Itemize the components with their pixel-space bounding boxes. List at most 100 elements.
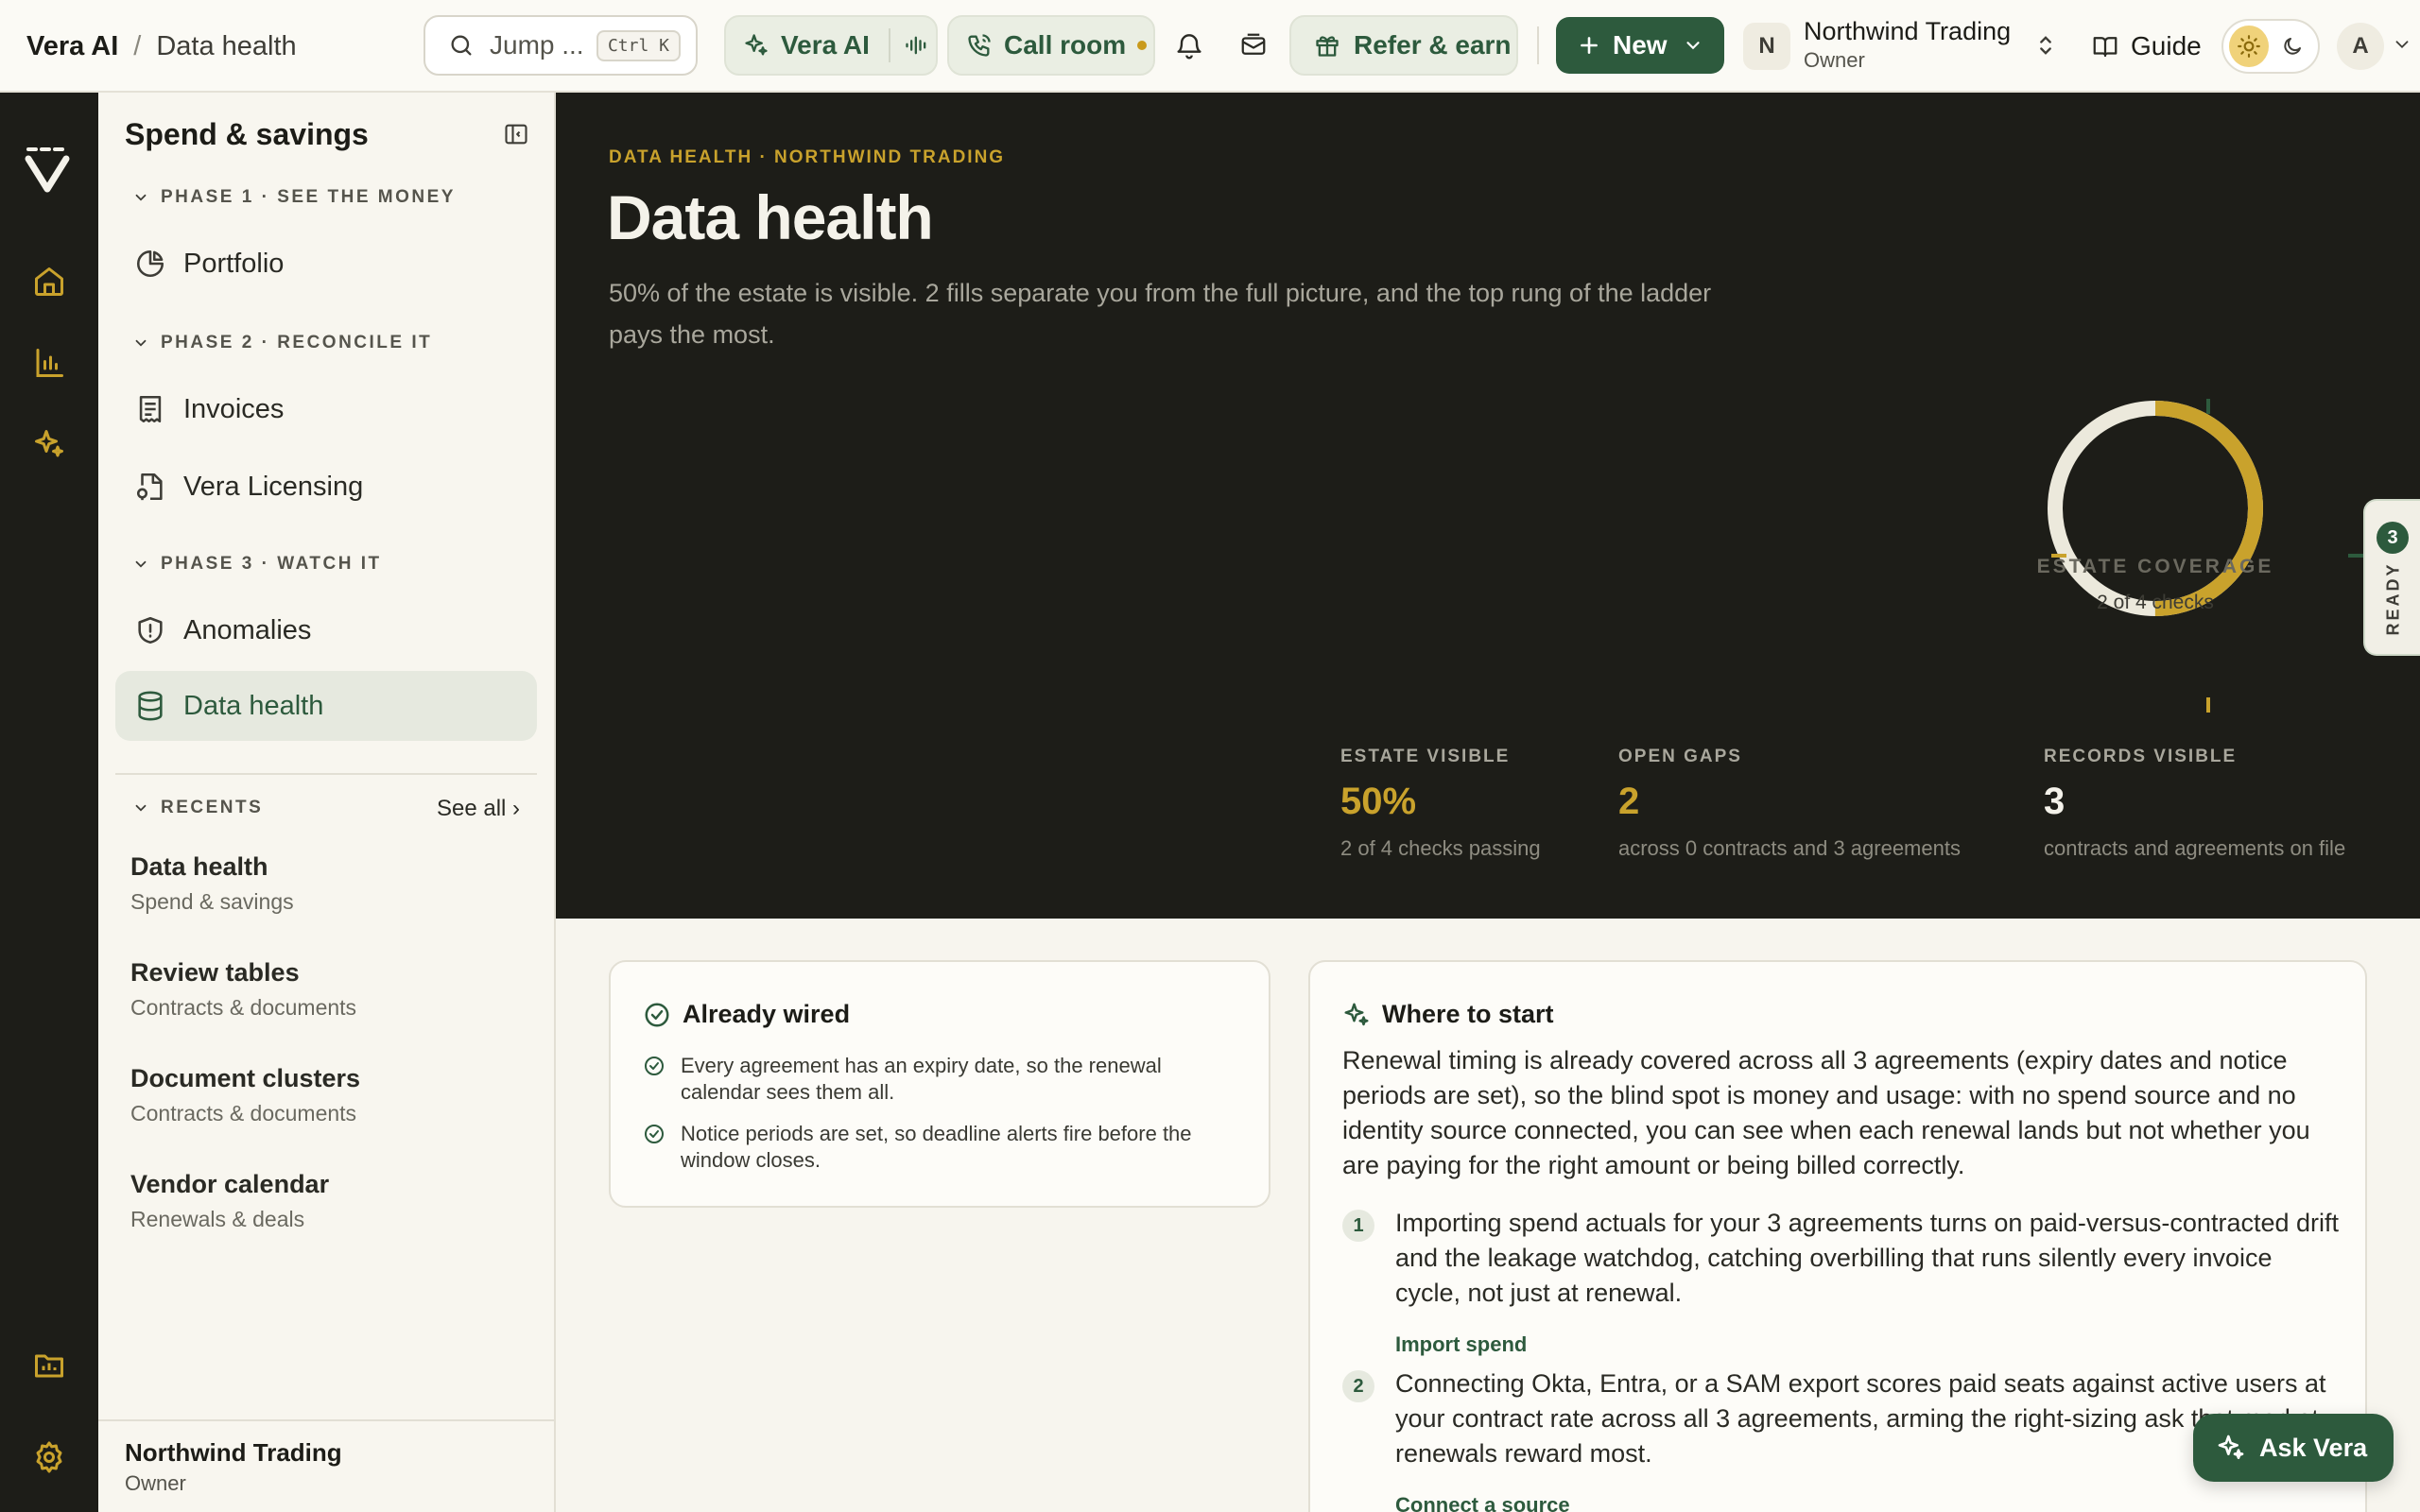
stat-desc: 2 of 4 checks passing: [1340, 836, 1541, 860]
already-wired-card: Already wired Every agreement has an exp…: [609, 960, 1270, 1208]
sidebar-item-data-health[interactable]: Data health: [115, 671, 537, 741]
phase-3-header[interactable]: PHASE 3 · WATCH IT: [132, 554, 382, 575]
step-number: 1: [1342, 1210, 1374, 1242]
chevron-down-icon: [1683, 35, 1703, 56]
recent-subtitle: Spend & savings: [130, 889, 294, 914]
coverage-gauge: [2048, 401, 2263, 616]
sparkle-icon: [743, 32, 769, 59]
sidebar-item-label: Vera Licensing: [183, 471, 364, 502]
recent-item[interactable]: Review tables Contracts & documents: [130, 958, 356, 1021]
new-button[interactable]: New: [1556, 17, 1724, 74]
ask-vera-button[interactable]: Ask Vera: [2193, 1414, 2394, 1482]
home-icon[interactable]: [26, 259, 72, 304]
sparkle-icon[interactable]: [26, 421, 72, 467]
chevron-up-down-icon[interactable]: [2032, 32, 2059, 59]
check-circle-icon: [643, 1123, 666, 1145]
vera-logo-icon[interactable]: [23, 147, 76, 193]
see-all-link[interactable]: See all ›: [437, 796, 520, 822]
phase-2-header[interactable]: PHASE 2 · RECONCILE IT: [132, 333, 432, 353]
sidebar-item-portfolio[interactable]: Portfolio: [115, 229, 537, 299]
bar-chart-icon[interactable]: [26, 340, 72, 386]
recent-subtitle: Renewals & deals: [130, 1207, 305, 1231]
phase-1-header[interactable]: PHASE 1 · SEE THE MONEY: [132, 187, 456, 208]
card-title: Already wired: [683, 1000, 851, 1028]
card-header: Where to start: [1342, 1000, 1554, 1029]
org-badge[interactable]: N: [1743, 23, 1790, 70]
voice-waveform-icon[interactable]: [904, 32, 930, 59]
recent-item[interactable]: Vendor calendar Renewals & deals: [130, 1170, 329, 1232]
sidebar-item-label: Invoices: [183, 393, 285, 424]
sidebar-footer-divider: [98, 1419, 556, 1421]
collapse-sidebar-icon[interactable]: [503, 121, 529, 147]
sidebar-item-vera-licensing[interactable]: Vera Licensing: [115, 452, 537, 522]
wired-item: Notice periods are set, so deadline aler…: [643, 1121, 1238, 1174]
sidebar-item-invoices[interactable]: Invoices: [115, 374, 537, 444]
recents-header[interactable]: RECENTS: [132, 798, 263, 818]
guide-button[interactable]: Guide: [2091, 23, 2202, 70]
breadcrumb-root[interactable]: Vera AI: [26, 31, 118, 62]
breadcrumb-current: Data health: [156, 30, 297, 61]
call-room-label: Call room: [1004, 30, 1127, 60]
chevron-down-icon: [132, 799, 149, 816]
recents-label: RECENTS: [161, 798, 264, 817]
ready-drawer-tab[interactable]: 3 READY: [2363, 499, 2420, 656]
step-text: Importing spend actuals for your 3 agree…: [1395, 1209, 2339, 1307]
check-circle-icon: [643, 1055, 666, 1077]
stat-estate-visible: ESTATE VISIBLE 50% 2 of 4 checks passing: [1340, 747, 1541, 861]
sidebar-item-label: Portfolio: [183, 248, 285, 279]
hero-panel: DATA HEALTH · NORTHWIND TRADING Data hea…: [556, 93, 2420, 919]
sidebar-item-label: Data health: [183, 690, 324, 721]
stat-records-visible: RECORDS VISIBLE 3 contracts and agreemen…: [2044, 747, 2345, 861]
chevron-down-icon: [132, 189, 149, 206]
gauge-sub: 2 of 4 checks: [2097, 592, 2214, 613]
recent-title: Vendor calendar: [130, 1170, 330, 1198]
top-bar: Vera AI / Data health Jump ... Ctrl K Ve…: [0, 0, 2420, 93]
call-room-button[interactable]: Call room: [947, 15, 1155, 76]
folder-chart-icon[interactable]: [26, 1342, 72, 1387]
stat-open-gaps: OPEN GAPS 2 across 0 contracts and 3 agr…: [1618, 747, 1961, 861]
user-avatar[interactable]: A: [2337, 23, 2384, 70]
sparkle-icon: [1342, 1001, 1371, 1029]
recent-title: Document clusters: [130, 1064, 361, 1092]
recent-item[interactable]: Data health Spend & savings: [130, 852, 294, 915]
connect-source-link[interactable]: Connect a source: [1395, 1493, 1570, 1512]
gear-icon[interactable]: [26, 1435, 72, 1480]
recent-item[interactable]: Document clusters Contracts & documents: [130, 1064, 360, 1126]
notifications-button[interactable]: [1167, 23, 1212, 68]
sidebar-title: Spend & savings: [125, 117, 369, 151]
stat-key: OPEN GAPS: [1618, 747, 1742, 766]
breadcrumb: Vera AI / Data health: [26, 0, 297, 93]
chevron-down-icon[interactable]: [2392, 34, 2412, 55]
recent-title: Review tables: [130, 958, 300, 987]
stat-key: ESTATE VISIBLE: [1340, 747, 1511, 766]
jump-search[interactable]: Jump ... Ctrl K: [424, 15, 698, 76]
theme-toggle[interactable]: [2221, 19, 2320, 74]
sidebar-item-anomalies[interactable]: Anomalies: [115, 595, 537, 665]
sidebar: Spend & savings PHASE 1 · SEE THE MONEY …: [98, 93, 556, 1512]
wired-item-text: Notice periods are set, so deadline aler…: [681, 1122, 1192, 1172]
recent-title: Data health: [130, 852, 268, 881]
call-status-dot: [1137, 41, 1148, 50]
import-spend-link[interactable]: Import spend: [1395, 1332, 1527, 1357]
sidebar-item-label: Anomalies: [183, 614, 312, 645]
org-switcher[interactable]: Northwind Trading Owner: [1804, 17, 2011, 73]
guide-label: Guide: [2131, 31, 2202, 60]
wired-item: Every agreement has an expiry date, so t…: [643, 1053, 1238, 1106]
phase-label: PHASE 3 · WATCH IT: [161, 554, 382, 574]
sidebar-divider: [115, 773, 537, 775]
vera-ai-button[interactable]: Vera AI: [724, 15, 938, 76]
where-to-start-intro: Renewal timing is already covered across…: [1342, 1046, 2310, 1179]
ready-label: READY: [2383, 561, 2403, 636]
ask-vera-label: Ask Vera: [2259, 1433, 2368, 1462]
sidebar-footer-org[interactable]: Northwind Trading Owner: [125, 1438, 342, 1496]
card-title: Where to start: [1382, 1000, 1554, 1028]
refer-earn-button[interactable]: Refer & earn: [1289, 15, 1518, 76]
inbox-button[interactable]: [1231, 23, 1276, 68]
database-icon: [134, 690, 166, 722]
gauge-label: ESTATE COVERAGE: [2036, 556, 2274, 577]
wired-item-text: Every agreement has an expiry date, so t…: [681, 1054, 1162, 1104]
moon-icon[interactable]: [2273, 26, 2312, 67]
footer-org-role: Owner: [125, 1471, 186, 1495]
sun-icon[interactable]: [2229, 26, 2269, 67]
file-key-icon: [134, 471, 166, 503]
